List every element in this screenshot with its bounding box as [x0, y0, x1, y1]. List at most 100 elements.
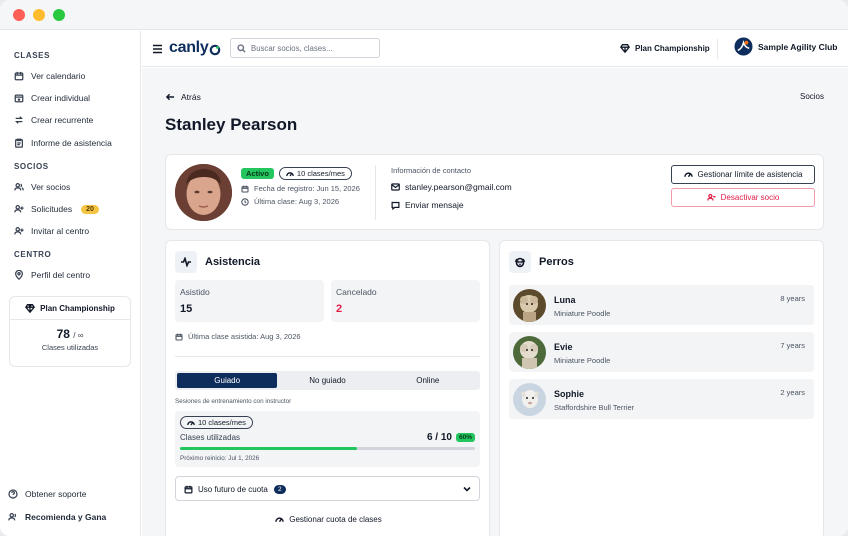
deactivate-member-button[interactable]: Desactivar socio: [671, 188, 815, 207]
calendar-icon: [175, 333, 183, 341]
attended-value: 15: [180, 303, 193, 315]
attendance-divider: [175, 356, 480, 357]
attended-stat: Asistido 15: [175, 280, 324, 322]
sidebar-item-label: Ver calendario: [31, 71, 86, 81]
tab-unguided[interactable]: No guiado: [277, 373, 377, 388]
maximize-window-button[interactable]: [53, 9, 65, 21]
dog-row[interactable]: Luna Miniature Poodle 8 years: [509, 285, 814, 325]
plan-count-value: 78: [56, 327, 70, 341]
used-label: Clases utilizadas: [180, 433, 241, 442]
sidebar-item-invite[interactable]: Invitar al centro: [14, 224, 89, 238]
sidebar-item-requests[interactable]: Solicitudes 20: [14, 202, 99, 216]
cancelled-value: 2: [336, 303, 343, 315]
plan-label: Plan Championship: [635, 43, 710, 53]
used-summary: 6 / 10 60%: [427, 432, 475, 443]
mail-icon: [391, 183, 400, 191]
quota-usage-box: 10 clases/mes Clases utilizadas 6 / 10 6…: [175, 411, 480, 467]
logo-mark-icon: [210, 44, 221, 55]
plan-indicator[interactable]: Plan Championship: [620, 43, 710, 53]
support-link[interactable]: Obtener soporte: [8, 487, 86, 501]
email-link[interactable]: stanley.pearson@gmail.com: [391, 182, 512, 192]
member-photo: [175, 164, 232, 221]
calendar-icon: [184, 485, 193, 494]
calendar-plus-icon: [14, 94, 24, 103]
dog-breed: Miniature Poodle: [554, 356, 611, 365]
dog-row[interactable]: Evie Miniature Poodle 7 years: [509, 332, 814, 372]
window-titlebar: [0, 0, 848, 30]
diamond-icon: [25, 304, 36, 313]
quota-progress-fill: [180, 447, 357, 450]
dog-photo: [513, 383, 546, 416]
cancelled-stat: Cancelado 2: [331, 280, 480, 322]
logo[interactable]: canly: [169, 39, 221, 57]
close-window-button[interactable]: [13, 9, 25, 21]
contact-title: Información de contacto: [391, 166, 472, 175]
dog-row[interactable]: Sophie Staffordshire Bull Terrier 2 year…: [509, 379, 814, 419]
sidebar-item-label: Solicitudes: [31, 204, 73, 214]
chevron-down-icon: [463, 486, 471, 492]
manage-limit-label: Gestionar límite de asistencia: [697, 170, 803, 179]
location-pin-icon: [15, 270, 23, 280]
sidebar-item-label: Crear individual: [31, 93, 91, 103]
back-link[interactable]: Atrás: [166, 92, 201, 102]
sidebar-item-label: Crear recurrente: [31, 115, 94, 125]
user-plus-icon: [14, 205, 24, 213]
member-profile-card: Activo 10 clases/mes Fecha de registro: …: [165, 154, 824, 230]
sidebar-item-label: Ver socios: [31, 182, 71, 192]
dog-age: 8 years: [780, 294, 805, 303]
topbar-divider: [717, 39, 718, 59]
sidebar-item-members[interactable]: Ver socios: [14, 180, 70, 194]
dogs-card: Perros Luna Miniature Poodle 8 years Evi…: [499, 240, 824, 536]
future-usage-dropdown[interactable]: Uso futuro de cuota 2: [175, 476, 480, 501]
last-attended-text: Última clase asistida: Aug 3, 2026: [188, 332, 301, 341]
refer-link[interactable]: Recomienda y Gana: [8, 510, 106, 524]
arrow-left-icon: [166, 93, 175, 101]
tab-guided[interactable]: Guiado: [177, 373, 278, 388]
users-icon: [14, 183, 24, 191]
reset-date: Próximo reinicio: Jul 1, 2026: [180, 455, 260, 462]
quota-progress-track: [180, 447, 475, 450]
dog-age: 2 years: [780, 388, 805, 397]
club-logo-icon: [734, 37, 753, 56]
search-placeholder: Buscar socios, clases...: [251, 43, 333, 53]
plan-usage-count: 78 / ∞: [10, 327, 130, 341]
gauge-icon: [286, 171, 294, 176]
manage-quota-button[interactable]: Gestionar cuota de clases: [166, 515, 491, 524]
sidebar: CLASES Ver calendario Crear individual C…: [0, 31, 141, 536]
sidebar-item-calendar[interactable]: Ver calendario: [14, 69, 85, 83]
breadcrumb-socios[interactable]: Socios: [800, 92, 824, 101]
quota-badge-label: 10 clases/mes: [296, 169, 345, 178]
tab-online[interactable]: Online: [378, 373, 478, 388]
last-class-date: Última clase: Aug 3, 2026: [241, 197, 339, 206]
email-text: stanley.pearson@gmail.com: [405, 182, 512, 192]
sidebar-item-label: Invitar al centro: [31, 226, 90, 236]
refer-label: Recomienda y Gana: [25, 512, 107, 522]
dogs-title: Perros: [539, 256, 574, 268]
send-message-link[interactable]: Enviar mensaje: [391, 200, 464, 210]
manage-limit-button[interactable]: Gestionar límite de asistencia: [671, 165, 815, 184]
sidebar-item-individual[interactable]: Crear individual: [14, 91, 90, 105]
clock-icon: [241, 197, 249, 206]
dog-avatar: [513, 336, 546, 369]
menu-icon[interactable]: [152, 44, 163, 54]
sidebar-item-recurrent[interactable]: Crear recurrente: [14, 113, 93, 127]
dog-avatar: [513, 289, 546, 322]
gauge-icon: [275, 517, 285, 523]
search-input[interactable]: Buscar socios, clases...: [230, 38, 380, 58]
dog-age: 7 years: [780, 341, 805, 350]
sidebar-item-label: Informe de asistencia: [31, 138, 112, 148]
club-switcher[interactable]: Sample Agility Club: [734, 37, 838, 56]
future-usage-count: 2: [274, 485, 286, 494]
diamond-icon: [620, 44, 630, 53]
gauge-icon: [683, 172, 693, 178]
minimize-window-button[interactable]: [33, 9, 45, 21]
cancelled-label: Cancelado: [336, 287, 377, 297]
sidebar-item-profile[interactable]: Perfil del centro: [14, 268, 90, 282]
search-icon: [237, 43, 246, 53]
future-usage-label: Uso futuro de cuota: [198, 485, 268, 494]
app-window: CLASES Ver calendario Crear individual C…: [0, 0, 848, 536]
sidebar-item-label: Perfil del centro: [31, 270, 91, 280]
status-row: Activo 10 clases/mes: [241, 167, 352, 180]
top-bar: canly Buscar socios, clases... Plan Cham…: [142, 31, 848, 67]
sidebar-item-attendance-report[interactable]: Informe de asistencia: [14, 136, 112, 150]
